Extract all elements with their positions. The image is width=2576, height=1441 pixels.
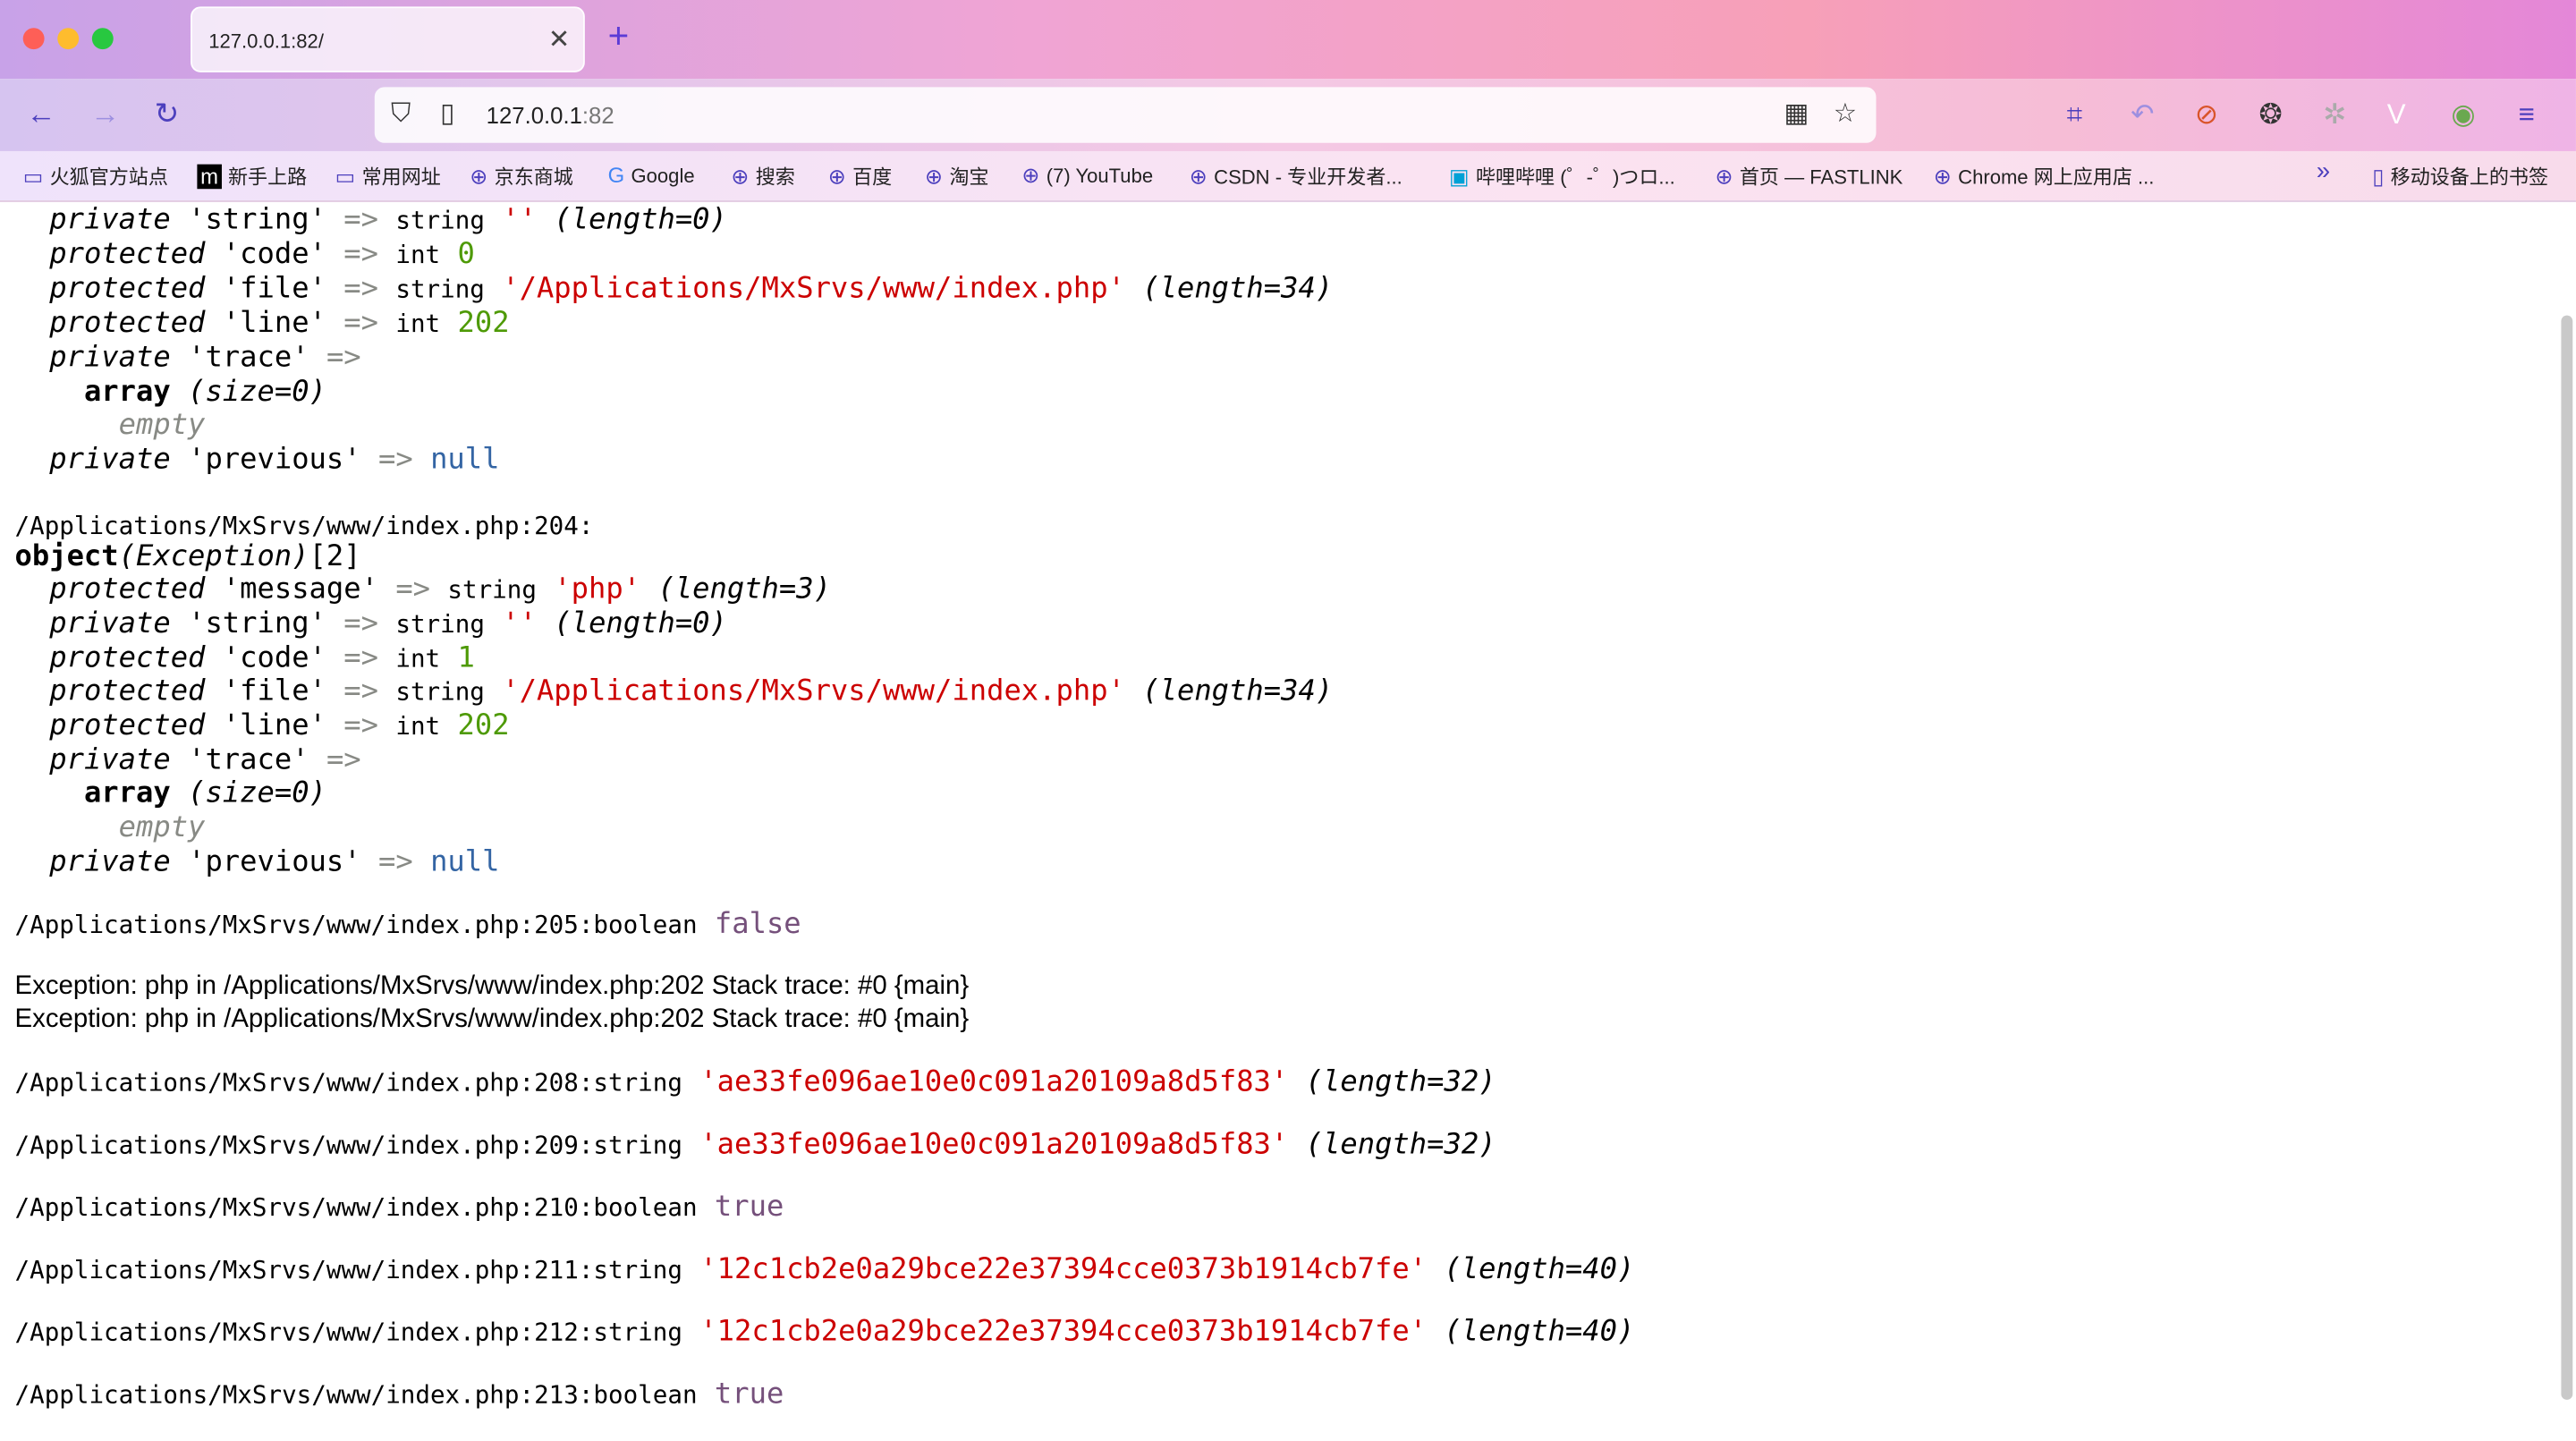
back-arrow-icon[interactable]: ← bbox=[26, 96, 55, 131]
dump-line: private 'previous' => null bbox=[49, 845, 500, 879]
dump-line: private 'previous' => null bbox=[49, 443, 500, 477]
exception-text: Exception: php in /Applications/MxSrvs/w… bbox=[14, 1005, 970, 1034]
dump-line: /Applications/MxSrvs/www/index.php:212:s… bbox=[14, 1316, 1635, 1349]
new-tab-plus-icon[interactable]: + bbox=[608, 15, 630, 55]
v-extension-icon[interactable]: V bbox=[2387, 98, 2406, 131]
globe-icon: ⊕ bbox=[1021, 162, 1040, 188]
globe-icon: ⊕ bbox=[827, 164, 846, 190]
bookmarks-bar: ▭ 火狐官方站点 m 新手上路 ▭ 常用网址 ⊕ 京东商城 G Google ⊕ 搜索 ⊕ 百… bbox=[0, 150, 2576, 202]
bookmark-item[interactable]: ⊕ 首页 — FASTLINK bbox=[1716, 163, 1903, 191]
bookmark-item[interactable]: ⊕ CSDN - 专业开发者... bbox=[1190, 163, 1402, 191]
globe-icon: ⊕ bbox=[925, 164, 944, 190]
globe-icon: ⊕ bbox=[1933, 164, 1952, 190]
shield-icon[interactable]: ⛉ bbox=[391, 100, 411, 130]
dump-line: /Applications/MxSrvs/www/index.php:205:b… bbox=[14, 908, 801, 942]
active-tab[interactable]: 127.0.0.1:82/ ✕ bbox=[191, 6, 585, 72]
dump-line: protected 'file' => string '/Application… bbox=[49, 272, 1334, 306]
globe-icon: ⊕ bbox=[731, 164, 750, 190]
dump-line: protected 'message' => string 'php' (len… bbox=[49, 573, 831, 606]
bookmark-item[interactable]: ⊕ Chrome 网上应用店 ... bbox=[1934, 163, 2155, 191]
more-bookmarks-chevron-icon[interactable]: » bbox=[2317, 157, 2330, 185]
url-text[interactable]: 127.0.0.1:82 bbox=[487, 102, 614, 128]
url-bar[interactable]: ⛉ ▯ 127.0.0.1:82 ▦ ☆ bbox=[374, 87, 1877, 143]
m-logo-icon: m bbox=[197, 164, 222, 190]
bookmark-item[interactable]: ⊕ 搜索 bbox=[731, 163, 794, 191]
dump-line: array (size=0) bbox=[83, 776, 326, 810]
dump-line: object(Exception)[2] bbox=[14, 540, 361, 574]
page-icon: ▯ bbox=[440, 100, 455, 129]
exception-text: Exception: php in /Applications/MxSrvs/w… bbox=[14, 972, 970, 1001]
close-window-button[interactable] bbox=[22, 28, 45, 50]
bookmark-item[interactable]: m 新手上路 bbox=[197, 163, 307, 191]
dump-line: empty bbox=[118, 409, 206, 443]
bookmark-item[interactable]: ▣ 哔哩哔哩 (゜-゜)つロ... bbox=[1449, 163, 1675, 191]
tab-title: 127.0.0.1:82/ bbox=[208, 30, 324, 53]
bookmark-item[interactable]: ⊕ 百度 bbox=[828, 163, 892, 191]
dump-path: /Applications/MxSrvs/www/index.php:204: bbox=[14, 511, 594, 541]
star-icon[interactable]: ☆ bbox=[1834, 100, 1857, 130]
toggle-extension-icon[interactable]: ◉ bbox=[2451, 98, 2475, 131]
blocker-icon[interactable]: ⊘ bbox=[2195, 98, 2218, 131]
bookmark-item[interactable]: ⊕ (7) YouTube bbox=[1021, 163, 1153, 189]
scrollbar-thumb[interactable] bbox=[2561, 315, 2573, 1400]
dump-line: /Applications/MxSrvs/www/index.php:209:s… bbox=[14, 1128, 1496, 1162]
dump-line: /Applications/MxSrvs/www/index.php:210:b… bbox=[14, 1191, 784, 1225]
bookmark-item[interactable]: ⊕ 淘宝 bbox=[925, 163, 988, 191]
zoom-window-button[interactable] bbox=[91, 28, 114, 50]
forward-arrow-icon[interactable]: → bbox=[90, 96, 120, 131]
extension-icon[interactable]: ✲ bbox=[2323, 98, 2346, 131]
dump-line: /Applications/MxSrvs/www/index.php:213:b… bbox=[14, 1377, 784, 1411]
folder-icon: ▭ bbox=[335, 164, 356, 190]
cookie-icon[interactable]: ❂ bbox=[2258, 98, 2282, 131]
qr-code-icon[interactable]: ▦ bbox=[1784, 100, 1809, 130]
google-icon: G bbox=[607, 162, 625, 188]
undo-icon[interactable]: ↶ bbox=[2131, 98, 2154, 131]
tab-bar: 127.0.0.1:82/ ✕ + bbox=[0, 0, 2576, 80]
dump-line: /Applications/MxSrvs/www/index.php:208:s… bbox=[14, 1066, 1496, 1099]
globe-icon: ⊕ bbox=[1189, 164, 1208, 190]
bookmark-item[interactable]: ▭ 常用网址 bbox=[335, 163, 441, 191]
mobile-device-icon: ▯ bbox=[2372, 164, 2385, 190]
dump-line: array (size=0) bbox=[83, 376, 326, 410]
page-content: private 'string' => string '' (length=0)… bbox=[0, 201, 2556, 1441]
dump-line: private 'trace' => bbox=[49, 744, 361, 777]
dump-line: protected 'file' => string '/Application… bbox=[49, 674, 1334, 708]
dump-line: protected 'code' => int 1 bbox=[49, 642, 475, 675]
dump-line: private 'string' => string '' (length=0) bbox=[49, 203, 727, 237]
close-icon[interactable]: ✕ bbox=[548, 23, 571, 56]
bookmark-item[interactable]: G Google bbox=[608, 163, 695, 188]
folder-icon: ▭ bbox=[22, 164, 44, 190]
dump-line: private 'trace' => bbox=[49, 342, 361, 375]
dump-line: protected 'line' => int 202 bbox=[49, 307, 510, 341]
reload-icon[interactable]: ↻ bbox=[155, 96, 180, 131]
bookmark-item[interactable]: ⊕ 京东商城 bbox=[470, 163, 573, 191]
dump-line: protected 'line' => int 202 bbox=[49, 709, 510, 743]
mobile-bookmarks[interactable]: ▯ 移动设备上的书签 bbox=[2372, 163, 2548, 191]
globe-icon: ⊕ bbox=[470, 164, 488, 190]
minimize-window-button[interactable] bbox=[57, 28, 80, 50]
bookmark-item[interactable]: ▭ 火狐官方站点 bbox=[23, 163, 168, 191]
menu-icon[interactable]: ≡ bbox=[2519, 98, 2535, 131]
bilibili-icon: ▣ bbox=[1448, 164, 1470, 190]
globe-icon: ⊕ bbox=[1715, 164, 1733, 190]
dump-line: protected 'code' => int 0 bbox=[49, 238, 475, 272]
dump-line: empty bbox=[118, 811, 206, 845]
dump-line: private 'string' => string '' (length=0) bbox=[49, 607, 727, 641]
dump-line: /Applications/MxSrvs/www/index.php:211:s… bbox=[14, 1253, 1635, 1287]
crop-icon[interactable]: ⌗ bbox=[2067, 98, 2083, 131]
